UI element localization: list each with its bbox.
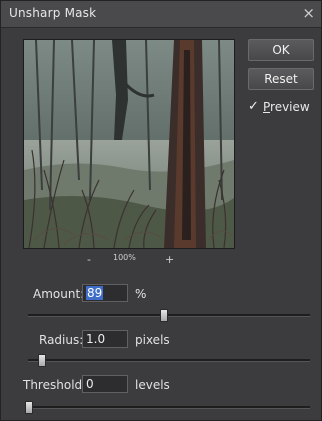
amount-slider-thumb[interactable] xyxy=(160,309,169,322)
threshold-slider[interactable] xyxy=(25,401,310,414)
radius-slider-thumb[interactable] xyxy=(37,354,46,367)
threshold-slider-thumb[interactable] xyxy=(25,401,33,414)
preview-checkbox-label: Preview xyxy=(263,100,310,114)
threshold-value: 0 xyxy=(86,377,94,391)
threshold-unit: levels xyxy=(135,378,170,392)
radius-input[interactable]: 1.0 xyxy=(82,330,128,348)
reset-button[interactable]: Reset xyxy=(248,68,314,90)
amount-unit: % xyxy=(135,287,147,301)
radius-unit: pixels xyxy=(135,333,170,347)
checkmark-icon: ✓ xyxy=(248,99,259,114)
zoom-level: 100% xyxy=(113,253,136,262)
amount-input[interactable]: 89 xyxy=(82,284,128,302)
close-icon[interactable]: × xyxy=(302,3,315,23)
preview-image[interactable] xyxy=(23,39,235,249)
radius-value: 1.0 xyxy=(86,332,106,346)
zoom-out-icon[interactable]: - xyxy=(87,253,91,266)
dialog-title: Unsharp Mask xyxy=(9,6,97,20)
amount-label: Amount: xyxy=(33,287,85,301)
threshold-label: Threshold: xyxy=(23,378,87,392)
threshold-input[interactable]: 0 xyxy=(82,375,128,393)
ok-button[interactable]: OK xyxy=(248,39,314,61)
amount-value: 89 xyxy=(86,286,104,300)
zoom-in-icon[interactable]: + xyxy=(165,253,174,266)
radius-slider[interactable] xyxy=(28,354,310,367)
winter-forest-image xyxy=(24,40,234,248)
radius-label: Radius: xyxy=(39,333,84,347)
amount-slider[interactable] xyxy=(28,309,310,322)
unsharp-mask-dialog: Unsharp Mask × - 100% + OK Reset ✓ Previ… xyxy=(0,0,322,421)
title-bar: Unsharp Mask × xyxy=(1,1,321,28)
